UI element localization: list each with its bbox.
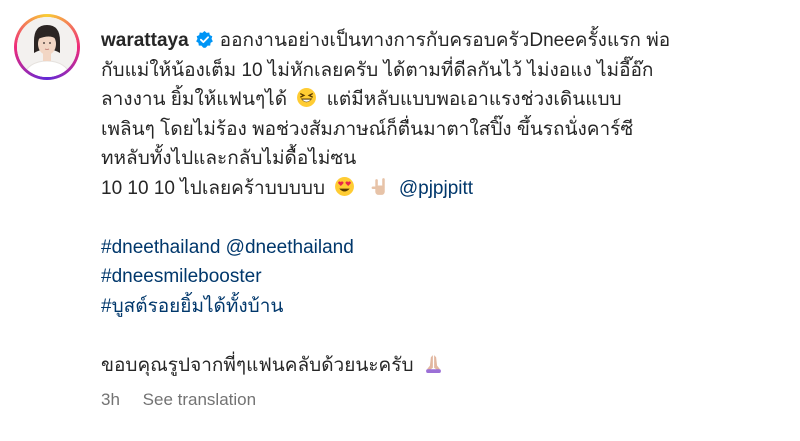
avatar-story-ring[interactable]	[14, 14, 80, 80]
caption-text: warattaya ออกงานอย่างเป็นทางการกับครอบครั…	[101, 26, 781, 380]
caption-line-4: เพลินๆ โดยไม่ร้อง พอช่วงสัมภาษณ์ก็ตื่นมา…	[101, 118, 634, 140]
love-you-gesture-icon	[371, 177, 385, 195]
caption-line-1: ออกงานอย่างเป็นทางการกับครอบครัวDneeครั้…	[219, 30, 671, 51]
see-translation-button[interactable]: See translation	[143, 390, 256, 409]
mention-link[interactable]: @pjpjpitt	[399, 178, 473, 199]
avatar[interactable]	[17, 17, 77, 77]
instagram-comment: warattaya ออกงานอย่างเป็นทางการกับครอบครั…	[0, 0, 800, 441]
avatar-photo	[17, 17, 77, 77]
caption-line-3: ลางงาน ยิ้มให้แฟนๆได้	[101, 89, 288, 110]
caption-line-6: 10 10 10 ไปเลยคร้าบบบบบ	[101, 177, 326, 199]
username-link[interactable]: warattaya	[101, 30, 189, 51]
timestamp: 3h	[101, 390, 120, 409]
comment-meta: 3h See translation	[101, 390, 274, 410]
hashtag-link[interactable]: #dneethailand	[101, 237, 220, 258]
caption-line-5: ทหลับทั้งไปและกลับไม่ดื้อไม่ซน	[101, 148, 357, 169]
mention-link[interactable]: @dneethailand	[226, 237, 354, 258]
caption-line-2: กับแม่ให้น้องเต็ม 10 ไม่หักเลยครับ ได้ตา…	[101, 59, 654, 81]
hashtag-link[interactable]: #บูสต์รอยยิ้มได้ทั้งบ้าน	[101, 296, 283, 317]
folded-hands-icon	[425, 354, 441, 373]
hashtag-link[interactable]: #dneesmilebooster	[101, 266, 262, 287]
verified-badge-icon	[195, 30, 213, 48]
smiling-face-with-heart-eyes-icon	[335, 176, 355, 196]
grinning-squinting-face-icon	[297, 88, 317, 107]
caption-line-3b: แต่มีหลับแบบพอเอาแรงช่วงเดินแบบ	[326, 89, 622, 110]
caption-thanks: ขอบคุณรูปจากพี่ๆแฟนคลับด้วยนะครับ	[101, 354, 414, 376]
